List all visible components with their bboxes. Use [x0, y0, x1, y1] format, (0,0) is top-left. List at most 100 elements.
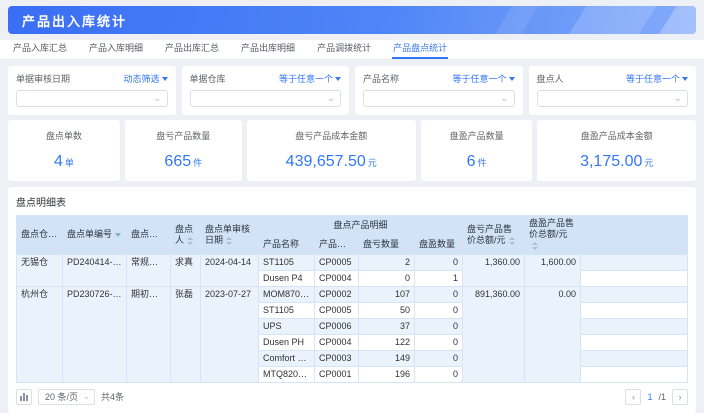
- cell-audit-date: 2024-04-14: [201, 254, 259, 286]
- table-body: 无锡仓PD240414-01常规盘点求真2024-04-14ST1105CP00…: [17, 254, 688, 382]
- current-page[interactable]: 1: [647, 392, 652, 402]
- cell-person: 张磊: [171, 286, 201, 382]
- filter-select[interactable]: ⌄: [190, 90, 342, 107]
- col-header-filler: [581, 216, 688, 255]
- cell-product-name: Dusen P4: [259, 270, 315, 286]
- cell-loss-qty: 2: [359, 254, 415, 270]
- col-header-product-code[interactable]: 产品编码: [315, 235, 359, 254]
- triangle-down-icon: [162, 77, 168, 81]
- prev-page-button[interactable]: ‹: [625, 389, 641, 405]
- cell-loss-total: 891,360.00: [463, 286, 525, 382]
- col-header-loss-qty[interactable]: 盘亏数量: [359, 235, 415, 254]
- filter-select[interactable]: ⌄: [363, 90, 515, 107]
- stat-card: 盘盈产品成本金额3,175.00元: [537, 120, 696, 181]
- cell-person: 求真: [171, 254, 201, 286]
- sort-icon[interactable]: [532, 242, 538, 250]
- page-content: 单据审核日期动态筛选⌄单据仓库等于任意一个⌄产品名称等于任意一个⌄盘点人等于任意…: [0, 60, 704, 413]
- col-header-person[interactable]: 盘点人: [171, 216, 201, 255]
- col-header-gain-qty[interactable]: 盘盈数量: [415, 235, 463, 254]
- col-header-type[interactable]: 盘点类型: [127, 216, 171, 255]
- cell-product-name: UPS: [259, 318, 315, 334]
- filter-card: 产品名称等于任意一个 ⌄: [355, 66, 523, 115]
- chevron-down-icon: ⌄: [674, 92, 682, 106]
- cell-product-name: ST1105: [259, 254, 315, 270]
- stat-label: 盘盈产品数量: [425, 129, 529, 142]
- cell-filler: [581, 318, 688, 334]
- cell-product-name: MTQ8200-HS2P: [259, 366, 315, 382]
- cell-gain-total: 0.00: [525, 286, 581, 382]
- col-header-audit-date[interactable]: 盘点单审核日期: [201, 216, 259, 255]
- filter-operator-link[interactable]: 动态筛选: [123, 72, 167, 85]
- chevron-down-icon: ⌄: [82, 391, 90, 402]
- filter-label: 单据仓库: [190, 72, 226, 85]
- stat-value: 3,175.00元: [541, 153, 692, 171]
- banner-decoration: [555, 6, 662, 34]
- next-page-button[interactable]: ›: [672, 389, 688, 405]
- stat-value: 665件: [129, 153, 238, 171]
- filter-card: 单据审核日期动态筛选⌄: [8, 66, 176, 115]
- cell-gain-qty: 0: [415, 318, 463, 334]
- page-size-select[interactable]: 20 条/页 ⌄: [38, 389, 95, 405]
- filter-select[interactable]: ⌄: [537, 90, 689, 107]
- filter-header-row: 盘点人 等于任意一个: [537, 72, 689, 85]
- page-title: 产品出入库统计: [22, 11, 127, 30]
- cell-filler: [581, 350, 688, 366]
- section-title: 盘点明细表: [16, 194, 688, 209]
- triangle-down-icon: [335, 77, 341, 81]
- cell-loss-qty: 122: [359, 334, 415, 350]
- cell-warehouse: 杭州仓: [17, 286, 63, 382]
- cell-gain-qty: 0: [415, 254, 463, 270]
- tab-item[interactable]: 产品调拨统计: [316, 41, 372, 59]
- col-header-doc-no[interactable]: 盘点单编号: [63, 216, 127, 255]
- filter-dropdown-icon[interactable]: [115, 233, 121, 237]
- stat-card: 盘亏产品数量665件: [125, 120, 242, 181]
- col-header-warehouse[interactable]: 盘点仓库: [17, 216, 63, 255]
- stat-card: 盘点单数4单: [8, 120, 120, 181]
- cell-product-name: Dusen PH: [259, 334, 315, 350]
- col-header-loss-total[interactable]: 盘亏产品售价总额/元: [463, 216, 525, 255]
- detail-table-card: 盘点明细表 盘点仓库 盘点单编号 盘点类型 盘点人 盘点单审核日期 盘点产品明细…: [8, 187, 696, 413]
- filter-label: 盘点人: [537, 72, 564, 85]
- filter-operator-link[interactable]: 等于任意一个: [452, 72, 514, 85]
- filter-card: 单据仓库 等于任意一个 ⌄: [182, 66, 350, 115]
- col-header-label: 盘点单编号: [67, 229, 112, 239]
- filter-operator-link[interactable]: 等于任意一个: [626, 72, 688, 85]
- stat-label: 盘点单数: [12, 129, 116, 142]
- stat-unit: 单: [65, 158, 74, 168]
- cell-type: 期初盘点: [127, 286, 171, 382]
- filter-select[interactable]: ⌄: [16, 90, 168, 107]
- tab-item[interactable]: 产品出库明细: [240, 41, 296, 59]
- tab-item[interactable]: 产品出库汇总: [164, 41, 220, 59]
- col-header-product-group: 盘点产品明细: [259, 216, 463, 235]
- cell-loss-qty: 107: [359, 286, 415, 302]
- filter-operator-link[interactable]: 等于任意一个: [279, 72, 341, 85]
- cell-filler: [581, 286, 688, 302]
- sort-icon[interactable]: [509, 237, 515, 245]
- chevron-down-icon: ⌄: [327, 92, 335, 106]
- col-header-product-name[interactable]: 产品名称: [259, 235, 315, 254]
- stat-card: 盘亏产品成本金额439,657.50元: [247, 120, 416, 181]
- tab-active[interactable]: 产品盘点统计: [392, 41, 448, 59]
- col-header-label: 盘点类型: [131, 229, 167, 239]
- cell-gain-total: 1,600.00: [525, 254, 581, 286]
- col-header-gain-total[interactable]: 盘盈产品售价总额/元: [525, 216, 581, 255]
- inventory-count-table: 盘点仓库 盘点单编号 盘点类型 盘点人 盘点单审核日期 盘点产品明细 盘亏产品售…: [16, 215, 688, 383]
- tab-item[interactable]: 产品入库汇总: [12, 41, 68, 59]
- sort-icon[interactable]: [226, 237, 232, 245]
- chevron-down-icon: ⌄: [153, 92, 161, 106]
- column-settings-button[interactable]: [16, 389, 32, 405]
- cell-filler: [581, 302, 688, 318]
- cell-filler: [581, 270, 688, 286]
- tab-item[interactable]: 产品入库明细: [88, 41, 144, 59]
- triangle-down-icon: [682, 77, 688, 81]
- sort-icon[interactable]: [187, 237, 193, 245]
- cell-product-code: CP0005: [315, 302, 359, 318]
- cell-warehouse: 无锡仓: [17, 254, 63, 286]
- page-banner: 产品出入库统计: [8, 6, 696, 34]
- total-count-label: 共4条: [101, 390, 124, 403]
- cell-product-code: CP0004: [315, 270, 359, 286]
- cell-filler: [581, 366, 688, 382]
- cell-gain-qty: 0: [415, 366, 463, 382]
- table-row: 杭州仓PD230726-01期初盘点张磊2023-07-27MOM8700-HS…: [17, 286, 688, 302]
- filter-header-row: 产品名称等于任意一个: [363, 72, 515, 85]
